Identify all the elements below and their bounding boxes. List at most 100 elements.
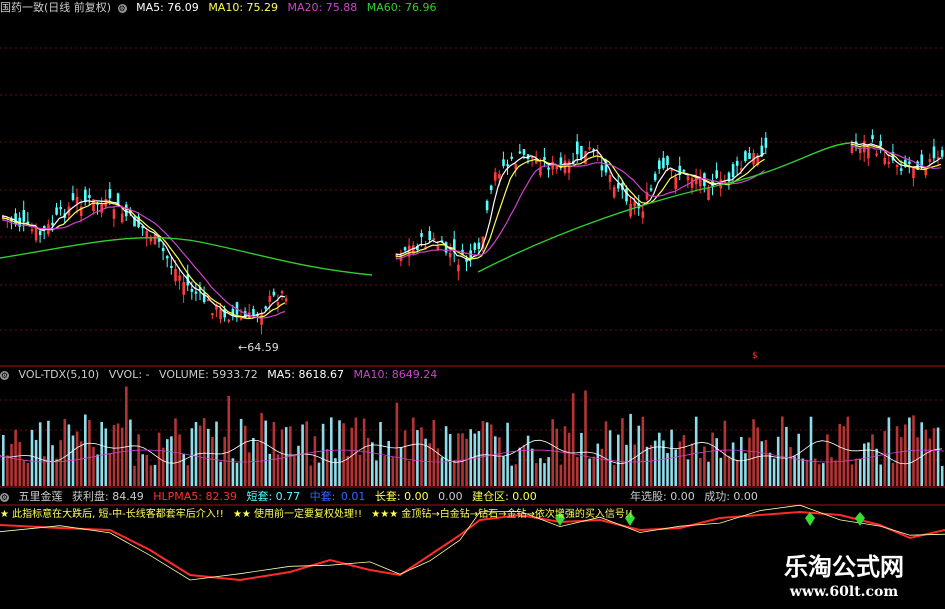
volume-bar — [264, 420, 267, 486]
volume-bar — [104, 428, 108, 486]
volume-bar — [899, 437, 903, 486]
volume-bar — [580, 432, 583, 486]
volume-bar — [617, 434, 620, 486]
volume-bar — [674, 449, 677, 486]
candle-body — [211, 313, 214, 316]
volume-bar — [448, 434, 452, 486]
stock-title: 国药一致(日线 前复权) — [0, 1, 112, 14]
volume-bar — [592, 456, 595, 486]
volume-bar — [432, 420, 436, 486]
volume-bar — [293, 456, 296, 486]
candle-body — [649, 188, 653, 191]
candle-body — [190, 288, 194, 292]
candle-body — [875, 153, 878, 156]
volume-bar — [621, 418, 624, 486]
ma60-value: MA60: 76.96 — [366, 1, 437, 14]
volume-bar — [211, 436, 214, 486]
volume-bar — [781, 416, 784, 486]
settings-icon[interactable]: ⚙ — [117, 3, 127, 13]
volume-bar — [584, 390, 587, 486]
candle-body — [51, 222, 54, 226]
candle-body — [477, 242, 481, 249]
settings-icon[interactable]: ⚙ — [0, 492, 9, 502]
candle-body — [170, 265, 173, 268]
settings-icon[interactable]: ⚙ — [0, 370, 9, 380]
candle-body — [272, 291, 276, 296]
candle-body — [895, 165, 899, 168]
volume-indicator-name: VOL-TDX(5,10) — [18, 368, 100, 381]
volume-bar — [137, 434, 140, 486]
candle-body — [608, 175, 612, 182]
volume-bar — [522, 445, 526, 486]
signal-marker: $ — [752, 351, 758, 361]
volume-bar — [699, 457, 702, 486]
volume-bar — [129, 419, 132, 486]
volume-bar — [744, 453, 747, 486]
candle-body — [55, 207, 58, 215]
volume-bar — [268, 453, 272, 486]
volume-bar — [805, 459, 809, 486]
volume-bar — [571, 393, 575, 486]
volume-bar — [391, 456, 395, 486]
volume-bar — [366, 438, 370, 486]
volume-bar — [760, 441, 764, 486]
indicator-name: 五里金莲 — [18, 490, 63, 503]
volume-bar — [740, 436, 743, 486]
volume-bar — [161, 447, 165, 486]
volume-bar — [875, 448, 878, 486]
volume-bar — [936, 427, 940, 486]
candle-body — [22, 210, 26, 222]
volume-bar — [596, 443, 600, 486]
candle-body — [567, 161, 571, 173]
indicator-stats: 年选股: 0.00 成功: 0.00 — [630, 490, 764, 504]
candle-body — [125, 204, 128, 217]
candle-body — [120, 213, 124, 223]
volume-value: VOLUME: 5933.72 — [159, 368, 258, 381]
volume-bar — [55, 458, 58, 486]
candle-body — [71, 193, 75, 200]
candle-body — [547, 167, 550, 170]
volume-bar — [932, 428, 936, 486]
volume-bar — [817, 464, 821, 486]
candle-body — [178, 275, 181, 281]
volume-bar — [453, 460, 456, 486]
candle-body — [243, 311, 247, 319]
candle-body — [59, 206, 62, 210]
volume-bar — [514, 464, 518, 486]
volume-bar — [752, 419, 755, 486]
candle-body — [252, 309, 255, 315]
volume-bar — [182, 453, 185, 486]
volume-bar — [707, 461, 710, 486]
candle-body — [928, 158, 932, 162]
candle-body — [420, 233, 423, 237]
volume-bar — [198, 425, 202, 486]
candle-body — [522, 149, 526, 155]
candle-body — [932, 146, 936, 159]
candle-body — [731, 164, 735, 178]
year-pick-value: 年选股: 0.00 — [630, 490, 695, 503]
volume-bar — [407, 460, 411, 486]
candle-body — [744, 151, 747, 162]
volume-bar — [457, 433, 460, 486]
candle-body — [88, 195, 91, 198]
candle-body — [686, 176, 690, 181]
candle-body — [403, 247, 407, 251]
volume-bar — [116, 423, 120, 486]
volume-bar — [535, 463, 538, 486]
watermark-name: 乐淘公式网 — [784, 552, 904, 581]
hlpma5-value: HLPMA5: 82.39 — [153, 490, 237, 503]
candle-body — [30, 229, 34, 232]
volume-bar — [879, 464, 882, 486]
volume-bar — [6, 455, 9, 486]
volume-bar — [485, 422, 489, 486]
candle-body — [182, 281, 185, 295]
volume-bar — [239, 418, 243, 486]
volume-bar — [141, 454, 144, 486]
volume-bar — [38, 422, 42, 486]
candle-body — [412, 245, 415, 255]
volume-bar — [543, 463, 546, 486]
volume-bar — [342, 423, 345, 486]
volume-bar — [473, 433, 477, 486]
watermark-url: www.60lt.com — [789, 584, 899, 600]
candle-body — [580, 145, 583, 159]
